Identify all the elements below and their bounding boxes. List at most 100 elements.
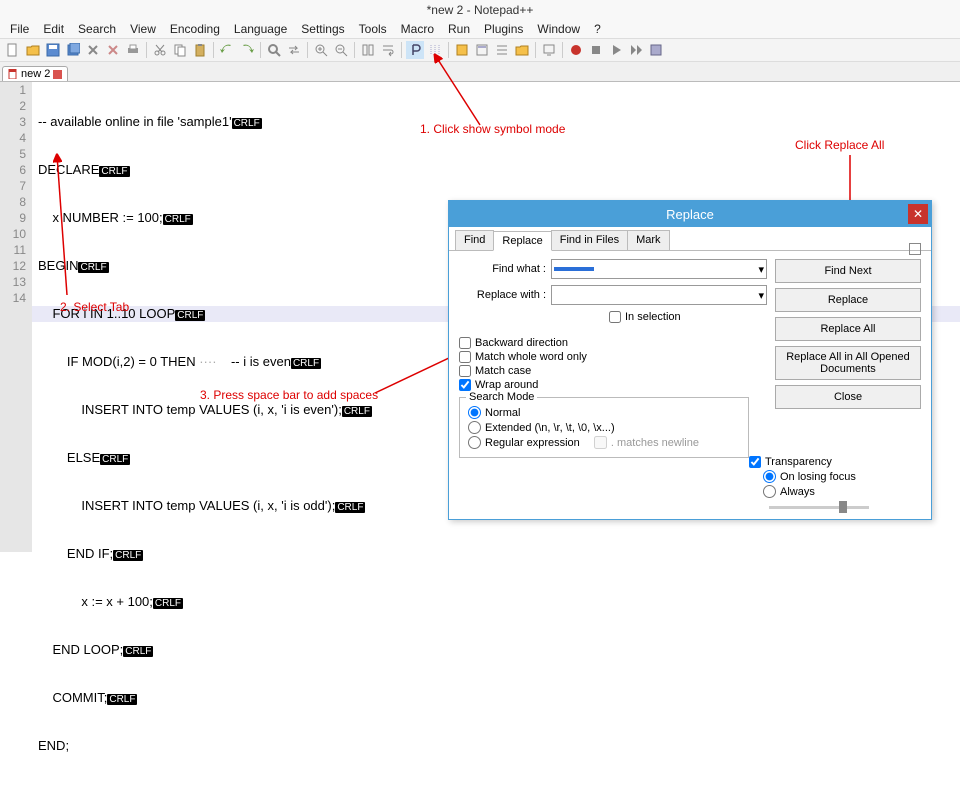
in-selection-label: In selection xyxy=(625,311,681,323)
transparency-focus-radio[interactable] xyxy=(763,470,776,483)
replace-with-label: Replace with : xyxy=(459,289,551,301)
separator xyxy=(354,42,355,58)
cut-icon[interactable] xyxy=(151,41,169,59)
wrap-icon[interactable] xyxy=(379,41,397,59)
replace-icon[interactable] xyxy=(285,41,303,59)
separator xyxy=(401,42,402,58)
funclist-icon[interactable] xyxy=(493,41,511,59)
copy-icon[interactable] xyxy=(171,41,189,59)
menu-view[interactable]: View xyxy=(124,21,162,37)
tab-replace[interactable]: Replace xyxy=(493,231,551,251)
separator xyxy=(146,42,147,58)
dialog-tabs: Find Replace Find in Files Mark xyxy=(449,227,931,251)
separator xyxy=(213,42,214,58)
wrap-checkbox[interactable] xyxy=(459,379,471,391)
tab-label: new 2 xyxy=(21,68,50,80)
find-next-button[interactable]: Find Next xyxy=(775,259,921,283)
tab-file-icon xyxy=(8,69,18,79)
t-always-label: Always xyxy=(780,486,815,498)
zoom-out-icon[interactable] xyxy=(332,41,350,59)
record-icon[interactable] xyxy=(567,41,585,59)
folder-icon[interactable] xyxy=(513,41,531,59)
playmulti-icon[interactable] xyxy=(627,41,645,59)
find-icon[interactable] xyxy=(265,41,283,59)
searchmode-normal-radio[interactable] xyxy=(468,406,481,419)
zoom-in-icon[interactable] xyxy=(312,41,330,59)
menu-file[interactable]: File xyxy=(4,21,35,37)
wholeword-checkbox[interactable] xyxy=(459,351,471,363)
menu-search[interactable]: Search xyxy=(72,21,122,37)
dialog-title: Replace xyxy=(666,207,714,222)
sm-dot-label: . matches newline xyxy=(611,437,699,449)
find-what-input[interactable]: ▾ xyxy=(551,259,767,279)
undo-icon[interactable] xyxy=(218,41,236,59)
menu-edit[interactable]: Edit xyxy=(37,21,70,37)
search-mode-legend: Search Mode xyxy=(466,391,537,403)
t-focus-label: On losing focus xyxy=(780,471,856,483)
separator xyxy=(562,42,563,58)
backward-label: Backward direction xyxy=(475,337,568,349)
play-icon[interactable] xyxy=(607,41,625,59)
stop-icon[interactable] xyxy=(587,41,605,59)
save-all-icon[interactable] xyxy=(64,41,82,59)
separator xyxy=(535,42,536,58)
wrap-label: Wrap around xyxy=(475,379,538,391)
save-icon[interactable] xyxy=(44,41,62,59)
sm-regex-label: Regular expression xyxy=(485,437,580,449)
close-button[interactable]: Close xyxy=(775,385,921,409)
savemacro-icon[interactable] xyxy=(647,41,665,59)
close-icon[interactable] xyxy=(84,41,102,59)
find-what-label: Find what : xyxy=(459,263,551,275)
annotation-1: 1. Click show symbol mode xyxy=(420,122,565,136)
tab-find[interactable]: Find xyxy=(455,230,494,250)
backward-checkbox[interactable] xyxy=(459,337,471,349)
menubar: File Edit Search View Encoding Language … xyxy=(0,20,960,38)
searchmode-regex-radio[interactable] xyxy=(468,436,481,449)
dialog-titlebar[interactable]: Replace ✕ xyxy=(449,201,931,227)
monitor-icon[interactable] xyxy=(540,41,558,59)
paste-icon[interactable] xyxy=(191,41,209,59)
transparency-always-radio[interactable] xyxy=(763,485,776,498)
menu-tools[interactable]: Tools xyxy=(353,21,393,37)
menu-run[interactable]: Run xyxy=(442,21,476,37)
in-selection-checkbox[interactable] xyxy=(609,311,621,323)
tab-mark[interactable]: Mark xyxy=(627,230,669,250)
transparency-label: Transparency xyxy=(765,456,832,468)
open-file-icon[interactable] xyxy=(24,41,42,59)
extra-checkbox[interactable] xyxy=(909,243,921,255)
tab-close-icon[interactable] xyxy=(53,70,62,79)
annotation-3: 3. Press space bar to add spaces xyxy=(200,388,378,402)
new-file-icon[interactable] xyxy=(4,41,22,59)
searchmode-extended-radio[interactable] xyxy=(468,421,481,434)
menu-plugins[interactable]: Plugins xyxy=(478,21,529,37)
menu-settings[interactable]: Settings xyxy=(295,21,350,37)
replace-button[interactable]: Replace xyxy=(775,288,921,312)
tab-new2[interactable]: new 2 xyxy=(2,66,68,81)
matchcase-checkbox[interactable] xyxy=(459,365,471,377)
line-gutter: 123 456 789 101112 1314 xyxy=(0,82,32,552)
replace-all-opened-button[interactable]: Replace All in All Opened Documents xyxy=(775,346,921,380)
menu-help[interactable]: ? xyxy=(588,21,607,37)
annotation-2: 2. Select Tab xyxy=(60,300,129,314)
annotation-arrow-1 xyxy=(430,50,490,130)
show-symbol-icon[interactable] xyxy=(406,41,424,59)
transparency-checkbox[interactable] xyxy=(749,456,761,468)
close-all-icon[interactable] xyxy=(104,41,122,59)
tab-find-in-files[interactable]: Find in Files xyxy=(551,230,628,250)
menu-macro[interactable]: Macro xyxy=(395,21,440,37)
transparency-slider[interactable] xyxy=(769,506,869,509)
menu-window[interactable]: Window xyxy=(531,21,586,37)
replace-with-input[interactable]: ▾ xyxy=(551,285,767,305)
redo-icon[interactable] xyxy=(238,41,256,59)
sm-extended-label: Extended (\n, \r, \t, \0, \x...) xyxy=(485,422,615,434)
dot-matches-checkbox xyxy=(594,436,607,449)
menu-encoding[interactable]: Encoding xyxy=(164,21,226,37)
slider-thumb[interactable] xyxy=(839,501,847,513)
dialog-close-button[interactable]: ✕ xyxy=(908,204,928,224)
print-icon[interactable] xyxy=(124,41,142,59)
separator xyxy=(260,42,261,58)
window-titlebar: *new 2 - Notepad++ xyxy=(0,0,960,20)
sync-scroll-icon[interactable] xyxy=(359,41,377,59)
menu-language[interactable]: Language xyxy=(228,21,293,37)
replace-all-button[interactable]: Replace All xyxy=(775,317,921,341)
